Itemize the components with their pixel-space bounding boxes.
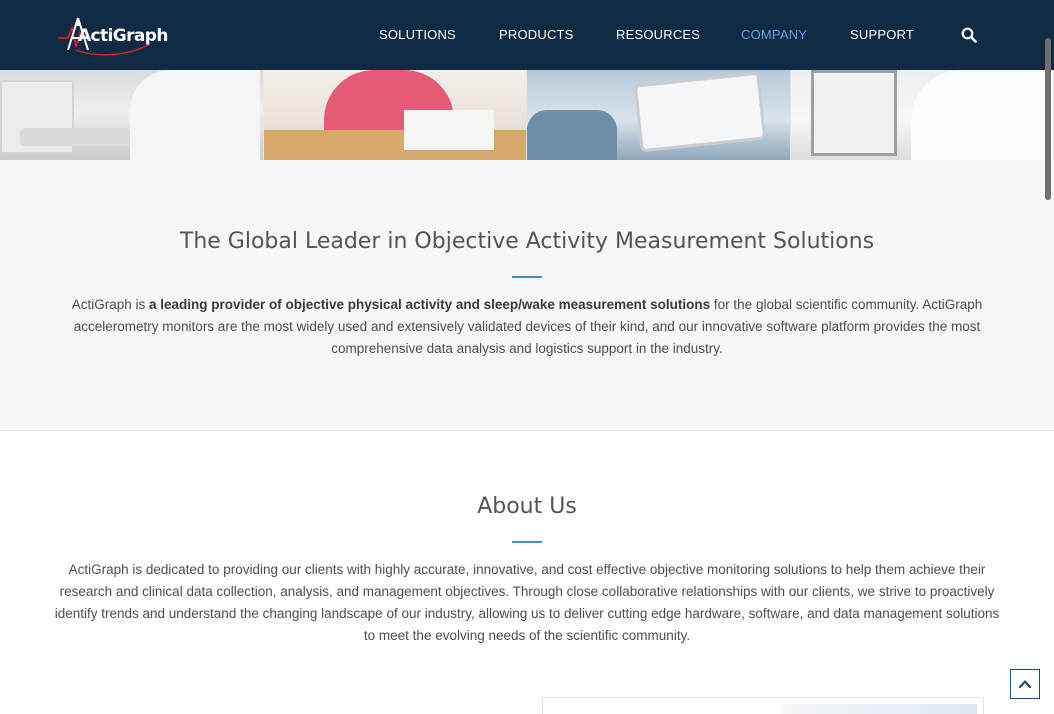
- leader-text-lead: ActiGraph is: [72, 297, 149, 312]
- site-header: ActiGraph SOLUTIONS PRODUCTS RESOURCES C…: [0, 0, 1054, 70]
- nav-company[interactable]: COMPANY: [741, 27, 807, 42]
- leader-title-rule: [512, 276, 542, 278]
- about-paragraph: ActiGraph is dedicated to providing our …: [54, 559, 1000, 647]
- leader-title: The Global Leader in Objective Activity …: [0, 229, 1054, 254]
- leader-text-bold: a leading provider of objective physical…: [149, 297, 710, 312]
- about-title-rule: [512, 541, 542, 543]
- nav-support[interactable]: SUPPORT: [850, 27, 914, 42]
- chevron-up-icon: [1011, 670, 1039, 698]
- about-title: About Us: [0, 494, 1054, 519]
- nav-solutions[interactable]: SOLUTIONS: [379, 27, 456, 42]
- search-icon[interactable]: [961, 27, 977, 43]
- nav-products[interactable]: PRODUCTS: [499, 27, 574, 42]
- nav-resources[interactable]: RESOURCES: [616, 27, 700, 42]
- leader-paragraph: ActiGraph is a leading provider of objec…: [54, 294, 1000, 360]
- hero-image-tablet-hands: [527, 70, 791, 160]
- about-image-card: [542, 697, 984, 714]
- back-to-top-button[interactable]: [1010, 669, 1040, 699]
- page-scrollbar-thumb[interactable]: [1045, 38, 1051, 200]
- leader-section: The Global Leader in Objective Activity …: [0, 160, 1054, 431]
- hero-image-patient-consult: [264, 70, 528, 160]
- hero-image-doctors-computer: [0, 70, 264, 160]
- main-nav: SOLUTIONS PRODUCTS RESOURCES COMPANY SUP…: [0, 0, 1054, 70]
- hero-image-lab-monitor: [791, 70, 1054, 160]
- hero-image-strip: [0, 70, 1054, 160]
- about-image: [783, 704, 977, 714]
